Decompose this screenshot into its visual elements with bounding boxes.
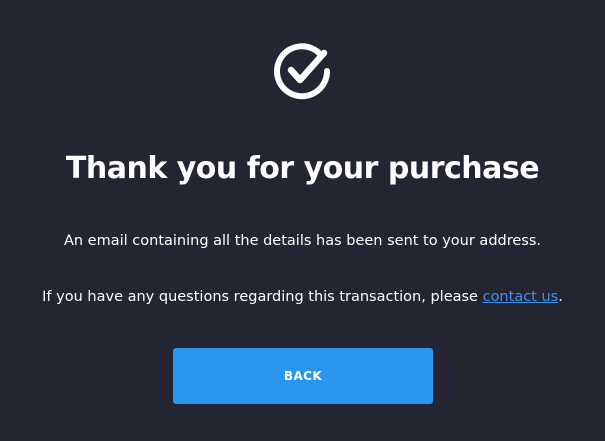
email-sent-message: An email containing all the details has … [63,233,542,249]
check-circle-icon [274,43,331,100]
contact-us-link[interactable]: contact us [483,289,559,305]
questions-prefix: If you have any questions regarding this… [42,289,483,305]
page-title: Thank you for your purchase [65,151,540,186]
back-button[interactable]: BACK [173,348,433,404]
questions-message: If you have any questions regarding this… [0,287,605,307]
questions-suffix: . [558,289,563,305]
confirmation-panel: Thank you for your purchase An email con… [0,0,605,441]
